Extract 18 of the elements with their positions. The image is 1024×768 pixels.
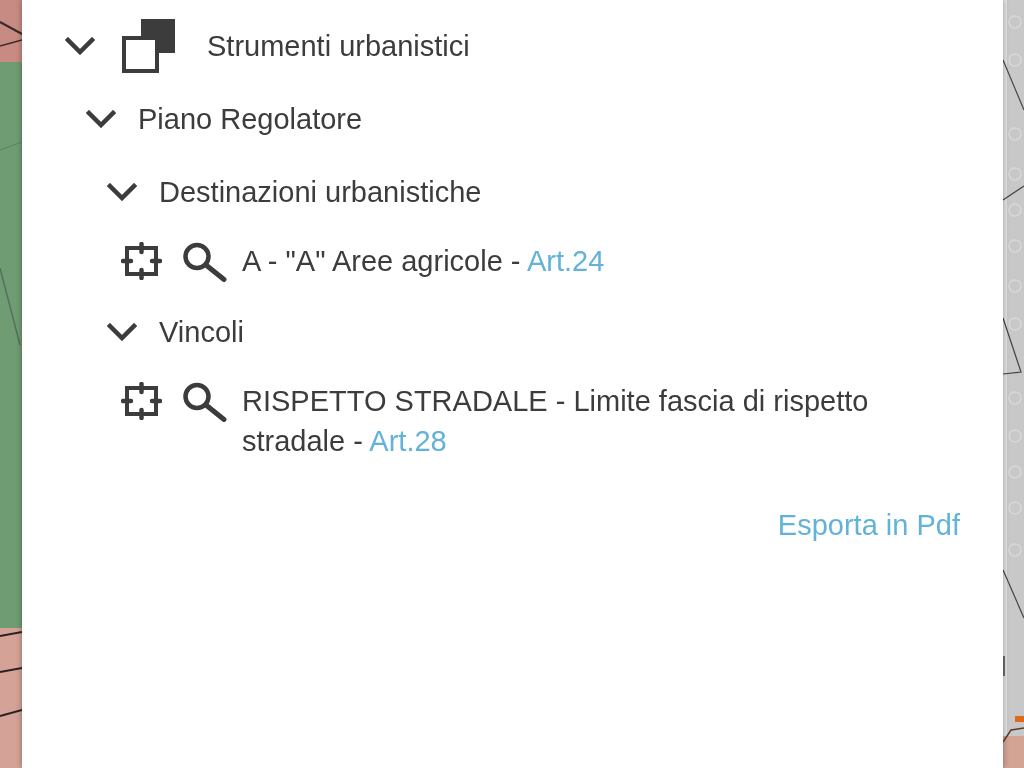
overlapping-squares-icon xyxy=(122,18,175,73)
article-link[interactable]: Art.24 xyxy=(526,245,605,277)
layer-description: RISPETTO STRADALE - Limite fascia di rispetto stradale - Art.28 xyxy=(242,384,870,459)
square-handles-icon[interactable] xyxy=(121,242,162,280)
group-title: Destinazioni urbanistiche xyxy=(159,174,482,210)
layer-description: A - "A" Aree agricole - Art.24 xyxy=(242,244,606,279)
search-icon[interactable] xyxy=(182,242,227,282)
square-handles-icon[interactable] xyxy=(121,382,162,420)
category-title: Strumenti urbanistici xyxy=(207,28,470,64)
chevron-down-icon[interactable] xyxy=(65,36,95,55)
export-pdf-link[interactable]: Esporta in Pdf xyxy=(777,505,960,545)
group-title: Piano Regolatore xyxy=(138,101,363,137)
article-link[interactable]: Art.28 xyxy=(369,425,447,457)
chevron-down-icon[interactable] xyxy=(107,322,137,341)
chevron-down-icon[interactable] xyxy=(86,109,116,128)
group-title: Vincoli xyxy=(159,314,244,350)
chevron-down-icon[interactable] xyxy=(107,182,137,201)
search-icon[interactable] xyxy=(182,382,227,422)
